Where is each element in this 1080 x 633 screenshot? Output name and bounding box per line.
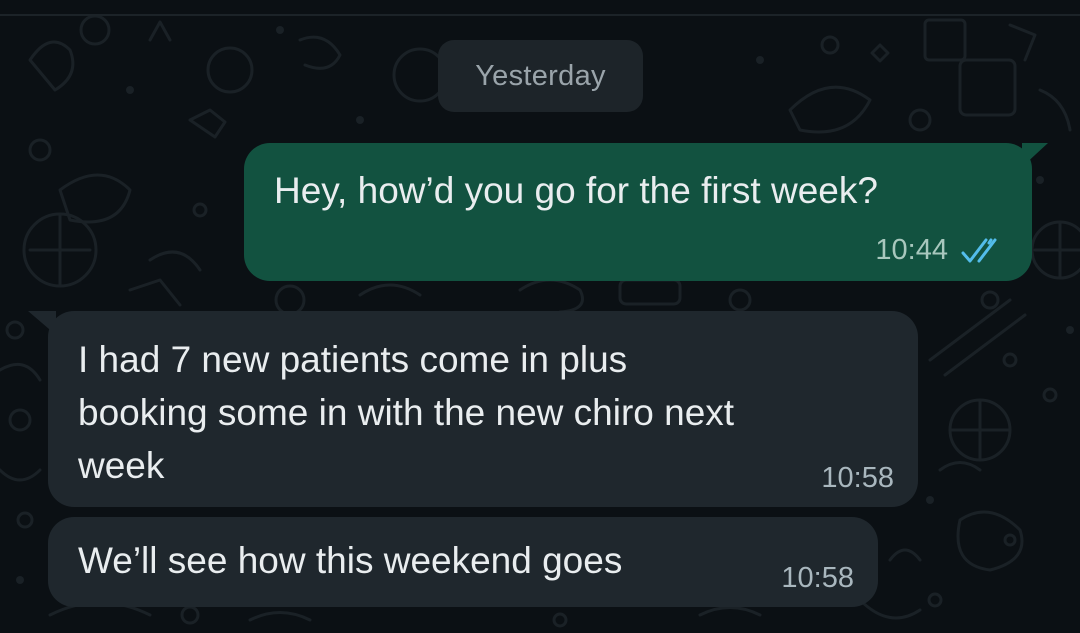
- double-check-read-icon: [961, 238, 997, 263]
- date-divider-chip: Yesterday: [438, 40, 643, 112]
- incoming-message-bubble[interactable]: I had 7 new patients come in plus bookin…: [28, 311, 918, 507]
- message-text: Hey, how’d you go for the first week?: [274, 170, 878, 211]
- header-divider: [0, 14, 1080, 16]
- message-text: I had 7 new patients come in plus bookin…: [78, 339, 735, 486]
- message-time: 10:44: [875, 234, 948, 266]
- message-time: 10:58: [781, 562, 854, 594]
- message-text: We’ll see how this weekend goes: [78, 540, 623, 581]
- incoming-message-bubble[interactable]: We’ll see how this weekend goes 10:58: [48, 517, 878, 607]
- outgoing-message-bubble[interactable]: Hey, how’d you go for the first week? 10…: [244, 143, 1048, 281]
- chat-view: Yesterday Hey, how’d you go for the firs…: [0, 0, 1080, 633]
- message-time: 10:58: [821, 462, 894, 494]
